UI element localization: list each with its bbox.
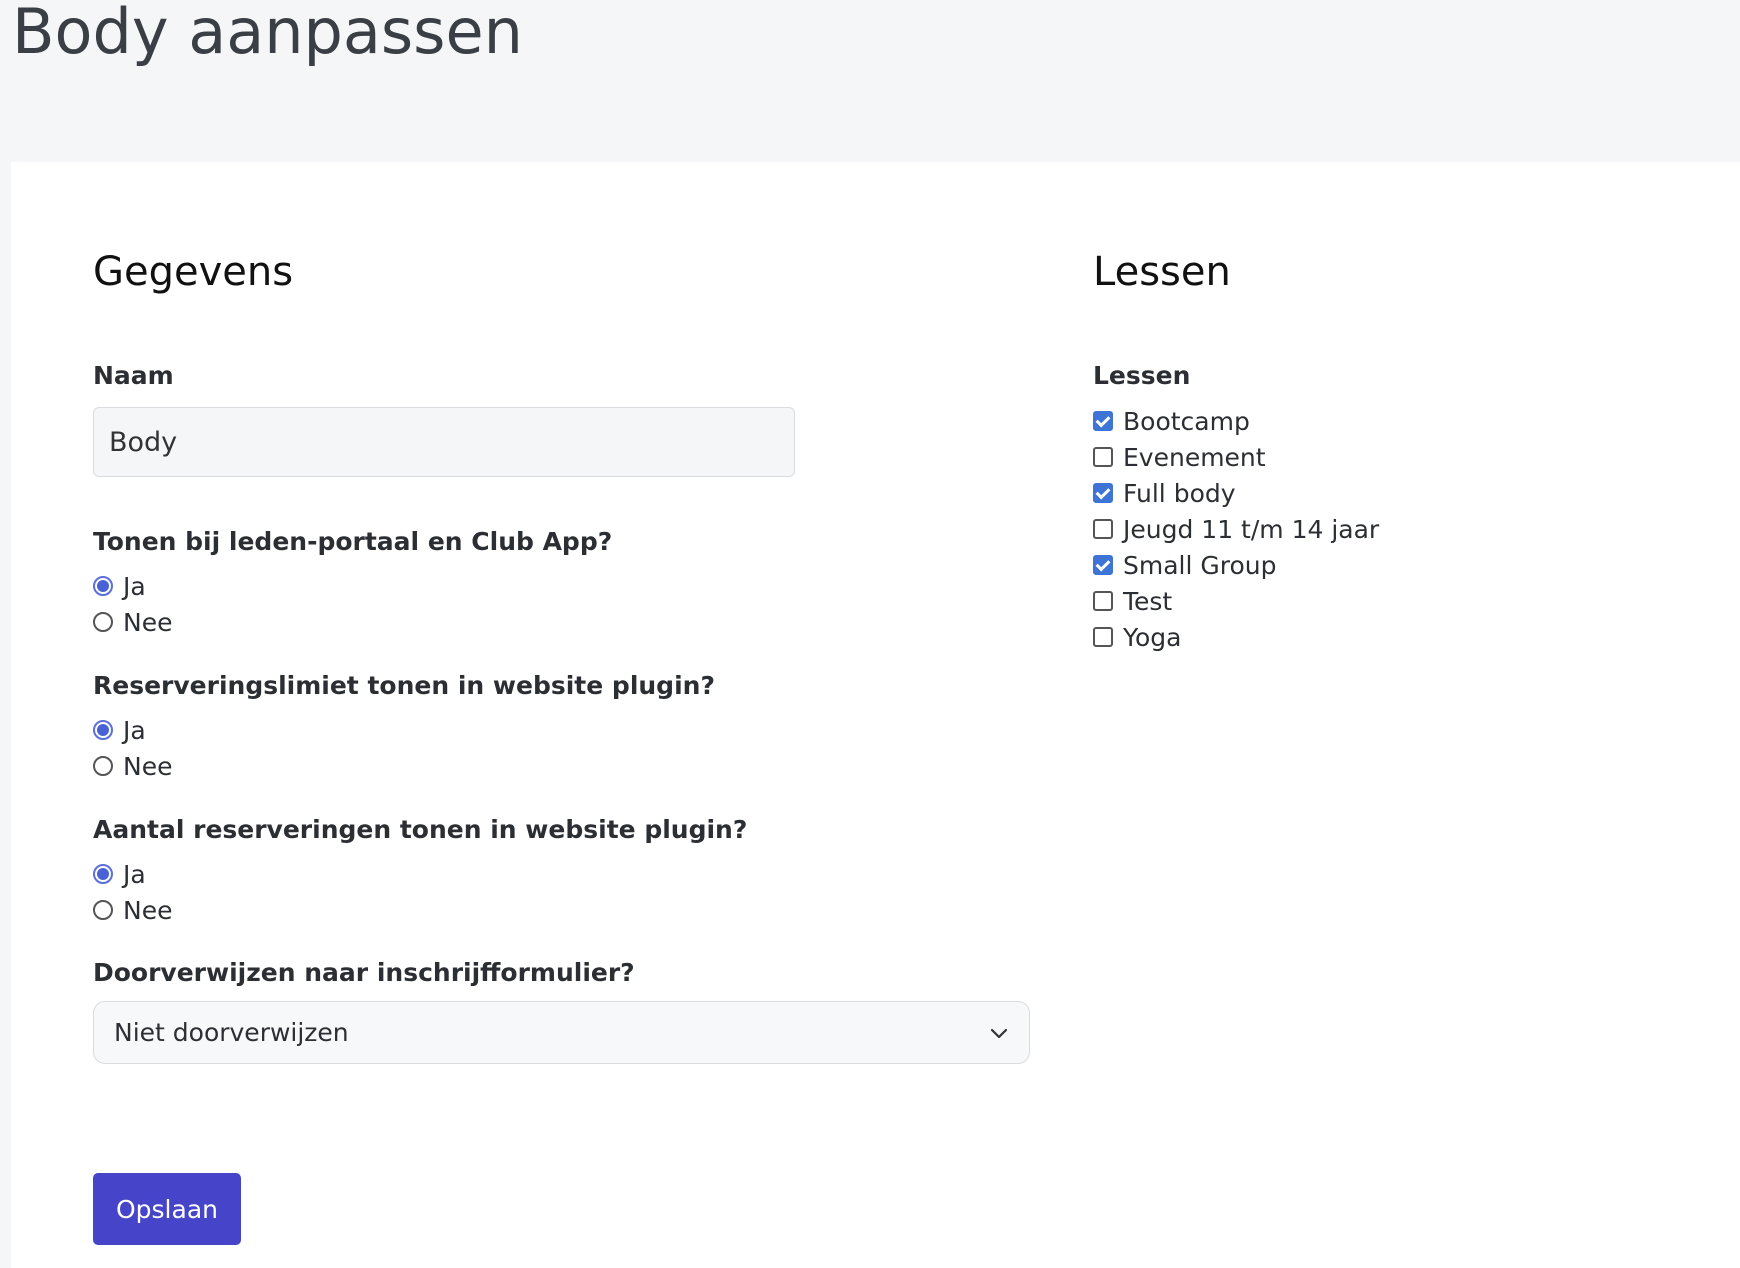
lesson-item-jeugd[interactable]: Jeugd 11 t/m 14 jaar bbox=[1093, 512, 1379, 546]
show-limit-option-ja[interactable]: Ja bbox=[93, 713, 146, 747]
full-body-label: Full body bbox=[1123, 478, 1236, 508]
small-group-label: Small Group bbox=[1123, 550, 1277, 580]
show-limit-nee-label: Nee bbox=[123, 751, 173, 781]
small-group-checkbox[interactable] bbox=[1093, 555, 1113, 575]
show-limit-label: Reserveringslimiet tonen in website plug… bbox=[93, 671, 715, 700]
bootcamp-label: Bootcamp bbox=[1123, 406, 1250, 436]
yoga-checkbox[interactable] bbox=[1093, 627, 1113, 647]
show-count-label: Aantal reserveringen tonen in website pl… bbox=[93, 815, 748, 844]
show-count-nee-label: Nee bbox=[123, 895, 173, 925]
name-label: Naam bbox=[93, 361, 174, 390]
show-limit-nee-radio[interactable] bbox=[93, 756, 113, 776]
page-title: Body aanpassen bbox=[12, 0, 523, 68]
show-count-ja-radio[interactable] bbox=[93, 864, 113, 884]
full-body-checkbox[interactable] bbox=[1093, 483, 1113, 503]
jeugd-label: Jeugd 11 t/m 14 jaar bbox=[1123, 514, 1380, 544]
lesson-item-full-body[interactable]: Full body bbox=[1093, 476, 1236, 510]
show-limit-ja-radio[interactable] bbox=[93, 720, 113, 740]
save-button[interactable]: Opslaan bbox=[93, 1173, 241, 1245]
details-heading: Gegevens bbox=[93, 249, 294, 295]
test-label: Test bbox=[1123, 586, 1173, 616]
show-count-option-ja[interactable]: Ja bbox=[93, 857, 146, 891]
name-input[interactable] bbox=[93, 407, 795, 477]
test-checkbox[interactable] bbox=[1093, 591, 1113, 611]
lesson-item-test[interactable]: Test bbox=[1093, 584, 1172, 618]
bootcamp-checkbox[interactable] bbox=[1093, 411, 1113, 431]
show-limit-ja-label: Ja bbox=[123, 715, 146, 745]
redirect-selected-value: Niet doorverwijzen bbox=[114, 1018, 349, 1047]
show-limit-option-nee[interactable]: Nee bbox=[93, 749, 172, 783]
show-portal-option-nee[interactable]: Nee bbox=[93, 605, 172, 639]
lesson-item-small-group[interactable]: Small Group bbox=[1093, 548, 1277, 582]
edit-form-card: Gegevens Naam Tonen bij leden-portaal en… bbox=[11, 162, 1740, 1268]
show-count-ja-label: Ja bbox=[123, 859, 146, 889]
redirect-label: Doorverwijzen naar inschrijfformulier? bbox=[93, 958, 635, 987]
lessons-label: Lessen bbox=[1093, 361, 1191, 390]
lessons-heading: Lessen bbox=[1093, 249, 1231, 295]
lesson-item-evenement[interactable]: Evenement bbox=[1093, 440, 1266, 474]
evenement-label: Evenement bbox=[1123, 442, 1266, 472]
chevron-down-icon bbox=[990, 1028, 1008, 1038]
jeugd-checkbox[interactable] bbox=[1093, 519, 1113, 539]
show-portal-label: Tonen bij leden-portaal en Club App? bbox=[93, 527, 613, 556]
lesson-item-bootcamp[interactable]: Bootcamp bbox=[1093, 404, 1250, 438]
show-portal-option-ja[interactable]: Ja bbox=[93, 569, 146, 603]
show-count-option-nee[interactable]: Nee bbox=[93, 893, 172, 927]
evenement-checkbox[interactable] bbox=[1093, 447, 1113, 467]
yoga-label: Yoga bbox=[1123, 622, 1182, 652]
show-portal-ja-radio[interactable] bbox=[93, 576, 113, 596]
show-portal-nee-label: Nee bbox=[123, 607, 173, 637]
lesson-item-yoga[interactable]: Yoga bbox=[1093, 620, 1181, 654]
show-portal-nee-radio[interactable] bbox=[93, 612, 113, 632]
show-portal-ja-label: Ja bbox=[123, 571, 146, 601]
redirect-select[interactable]: Niet doorverwijzen bbox=[93, 1001, 1030, 1064]
show-count-nee-radio[interactable] bbox=[93, 900, 113, 920]
